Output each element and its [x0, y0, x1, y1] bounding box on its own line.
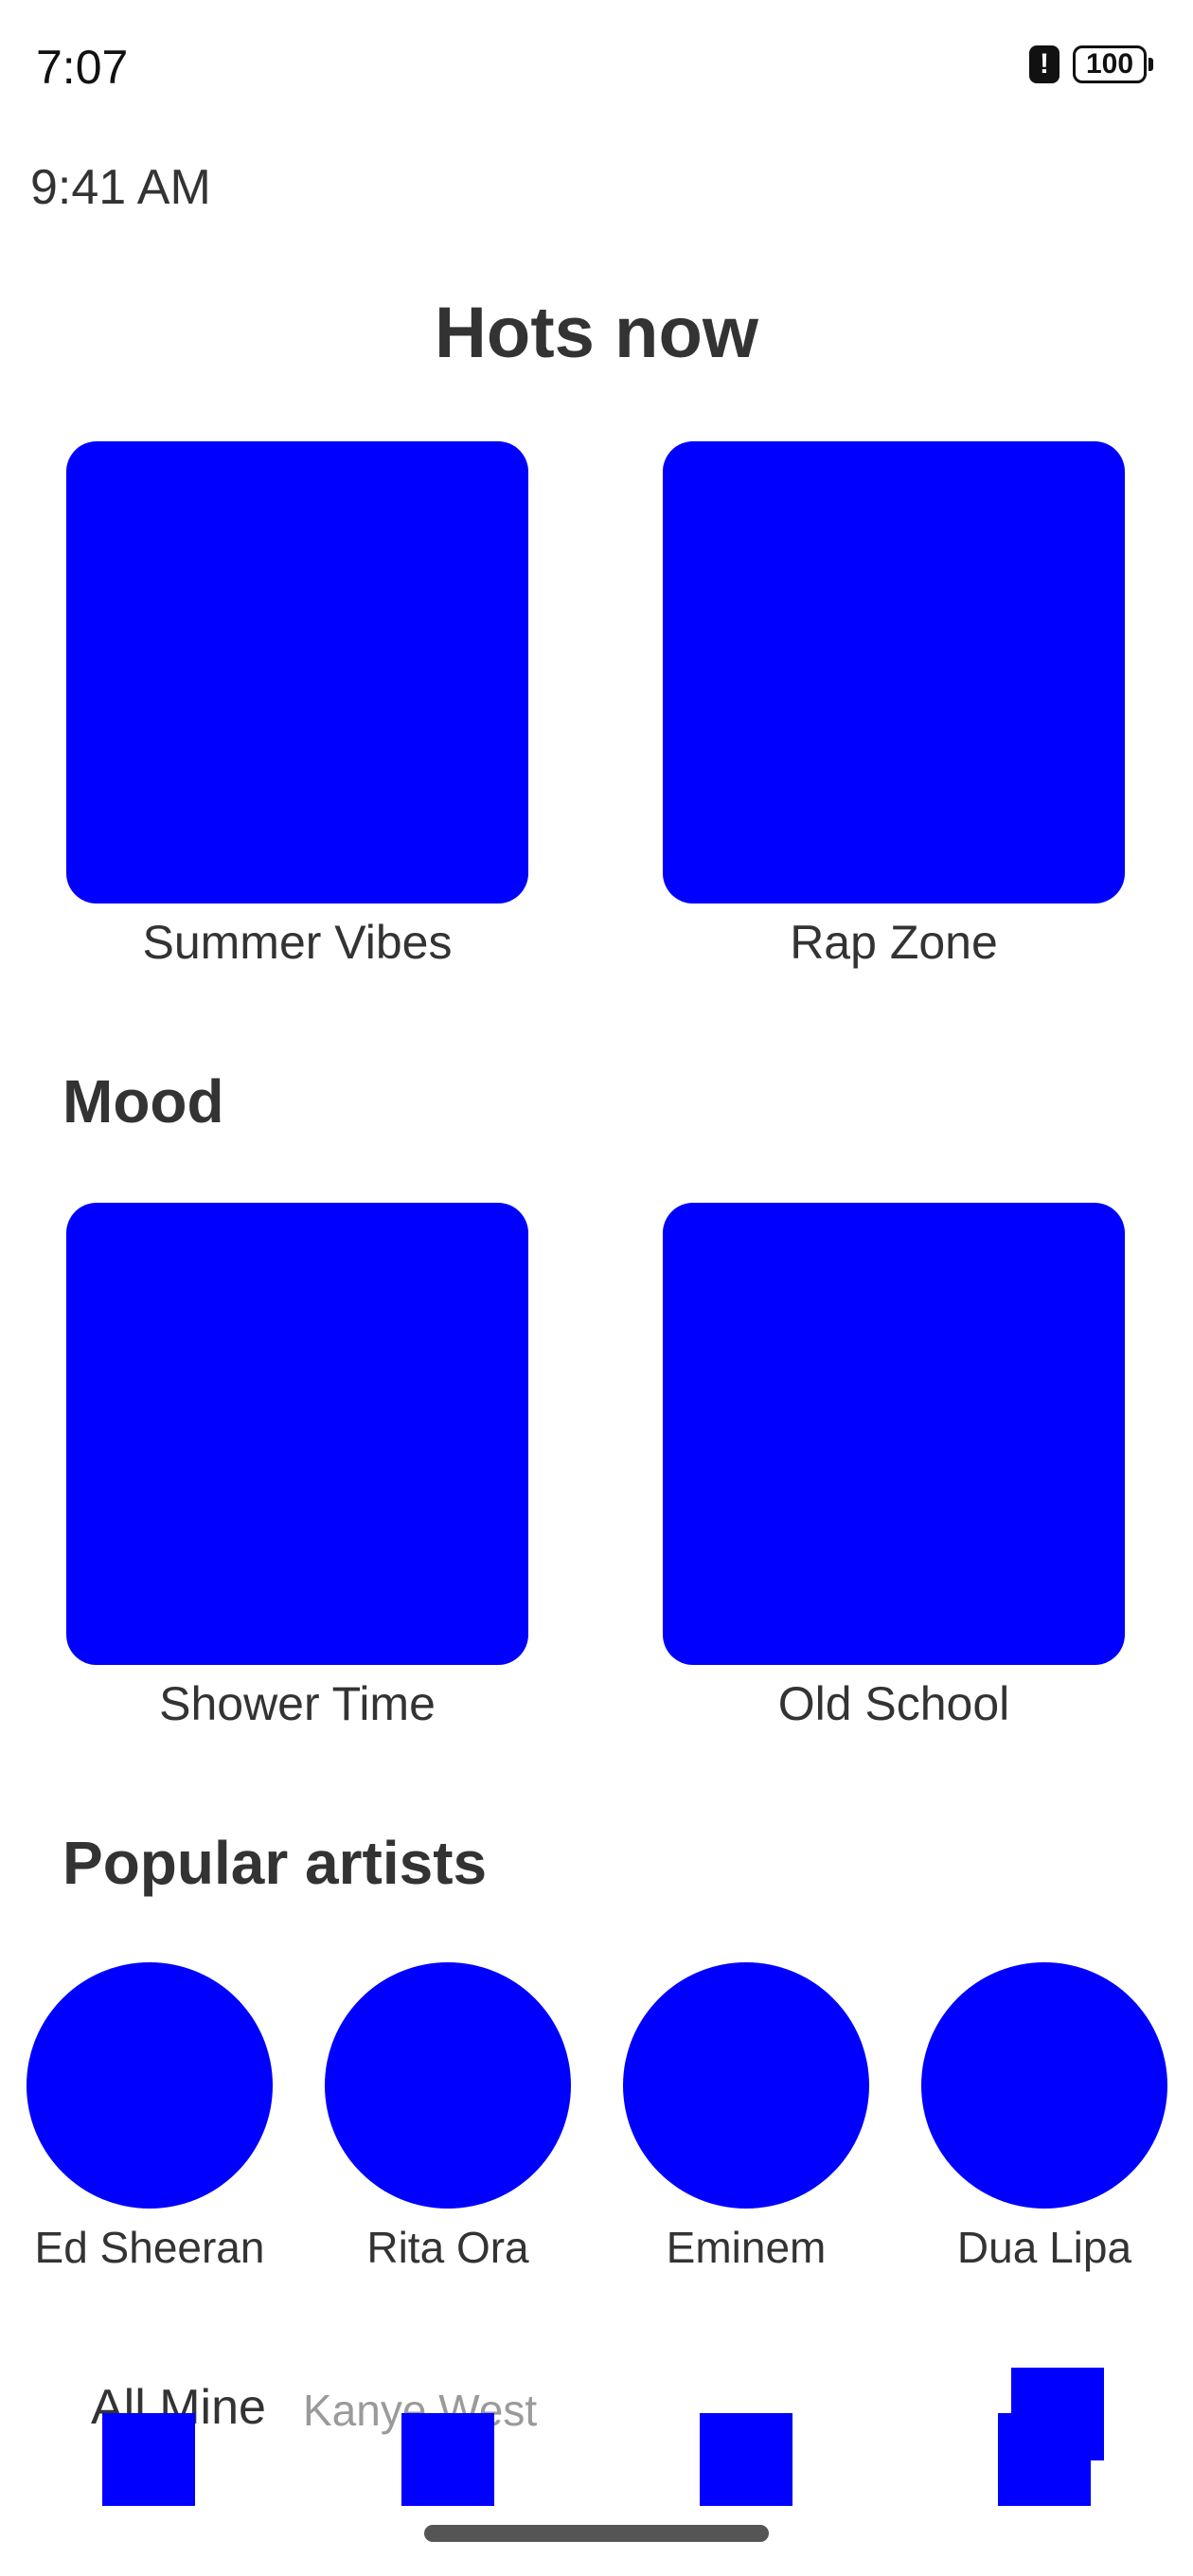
nav-tab-search[interactable] [401, 2413, 494, 2506]
artist-name: Eminem [666, 2223, 827, 2272]
hots-now-title: Hots now [435, 293, 758, 373]
nav-tab-home[interactable] [102, 2413, 195, 2506]
artist-avatar-rita-ora[interactable] [325, 1962, 571, 2209]
status-icons: ! 100 [1029, 45, 1153, 83]
playlist-tile-old-school[interactable] [663, 1203, 1125, 1665]
artist-avatar-dua-lipa[interactable] [921, 1962, 1167, 2209]
nav-tab-badge [1011, 2368, 1104, 2460]
battery-level: 100 [1073, 45, 1147, 83]
status-time: 7:07 [36, 41, 129, 94]
battery-tip [1148, 58, 1153, 71]
nav-tab-library[interactable] [700, 2413, 792, 2506]
playlist-tile-rap-zone[interactable] [663, 441, 1125, 903]
popular-artists-title: Popular artists [62, 1829, 488, 1897]
screen: 7:07 ! 100 9:41 AM Hots now Summer Vibes… [0, 0, 1193, 2576]
artist-name: Rita Ora [366, 2223, 529, 2272]
artist-name: Ed Sheeran [34, 2223, 265, 2272]
home-indicator[interactable] [424, 2525, 769, 2542]
battery-icon: 100 [1073, 45, 1153, 83]
playlist-label: Rap Zone [790, 916, 998, 969]
alert-icon: ! [1029, 45, 1059, 83]
mood-section-title: Mood [62, 1067, 224, 1136]
artist-name: Dua Lipa [956, 2223, 1132, 2272]
artist-avatar-eminem[interactable] [623, 1962, 869, 2209]
playlist-tile-summer-vibes[interactable] [66, 441, 528, 903]
clock-label: 9:41 AM [30, 160, 211, 215]
artist-avatar-ed-sheeran[interactable] [27, 1962, 273, 2209]
playlist-label: Shower Time [159, 1677, 436, 1730]
playlist-tile-shower-time[interactable] [66, 1203, 528, 1665]
playlist-label: Summer Vibes [142, 916, 453, 969]
playlist-label: Old School [777, 1677, 1010, 1730]
